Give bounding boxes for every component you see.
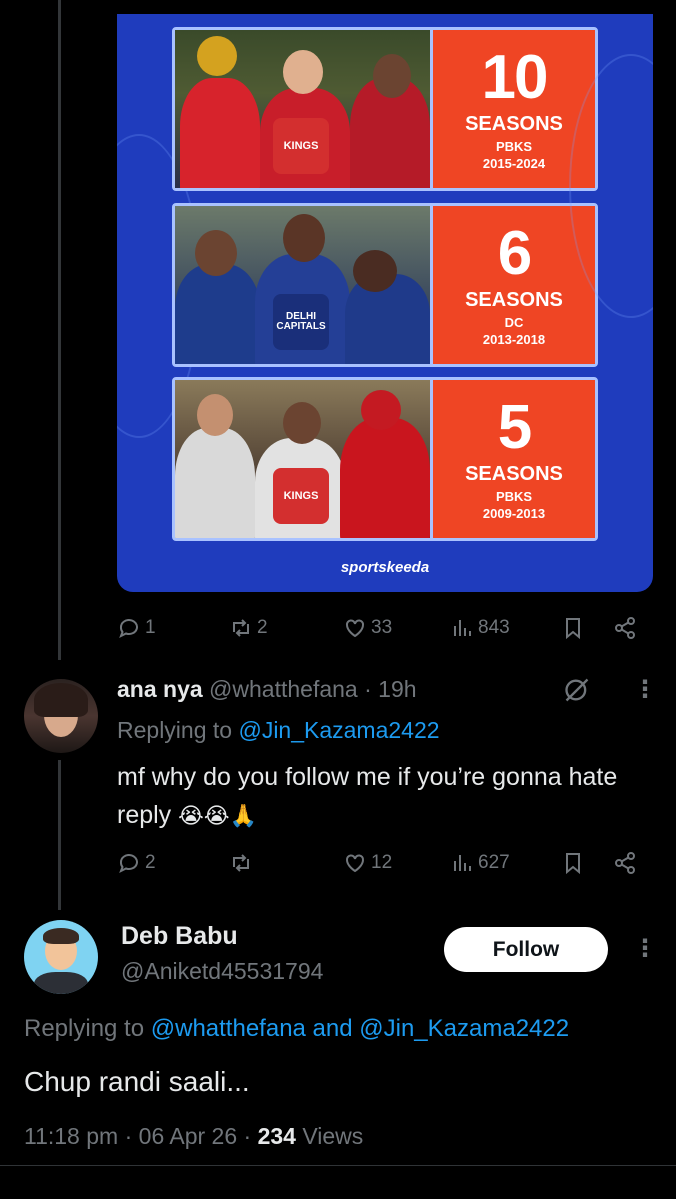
mention-link[interactable]: @whatthefana and @Jin_Kazama2422 (151, 1015, 569, 1042)
share-icon (615, 852, 635, 874)
views-icon (454, 620, 471, 636)
reply-icon (119, 619, 138, 639)
views-label: Views (302, 1123, 364, 1149)
stat-panel-pbks-early: KINGS 5 SEASONS PBKS 2009-2013 (172, 377, 598, 541)
reply-author-line: ana nya @whatthefana · 19h (117, 676, 417, 703)
team-label: PBKS (495, 139, 533, 154)
timestamp[interactable]: · 19h (364, 676, 416, 702)
tweet-time[interactable]: 11:18 pm (24, 1123, 118, 1149)
mention-link[interactable]: @Jin_Kazama2422 (238, 717, 439, 743)
share-button[interactable] (613, 851, 637, 875)
repost-button[interactable]: 2 (229, 616, 268, 640)
bookmark-button[interactable] (561, 851, 585, 875)
views-count: 234 (257, 1123, 296, 1149)
bookmark-button[interactable] (561, 616, 585, 640)
like-button[interactable]: 12 (343, 851, 392, 875)
seasons-label: SEASONS (465, 113, 563, 135)
repost-count: 2 (257, 617, 268, 638)
reply-button[interactable]: 2 (117, 851, 156, 875)
reply-text: mf why do you follow me if you’re gonna … (117, 758, 647, 835)
years-label: 2009-2013 (482, 506, 546, 521)
replying-prefix: Replying to (24, 1015, 145, 1042)
kings-logo: KINGS (273, 468, 329, 524)
repost-icon (233, 854, 249, 872)
bookmark-icon (566, 618, 580, 640)
repost-button[interactable] (229, 851, 257, 875)
avatar[interactable] (24, 920, 98, 994)
share-icon (615, 617, 635, 639)
replying-prefix: Replying to (117, 717, 233, 743)
views-button[interactable]: 627 (450, 851, 510, 875)
season-count: 10 (481, 43, 549, 112)
reply-button[interactable]: 1 (117, 616, 156, 640)
emoji-group: 😭😭🙏 (178, 803, 257, 828)
team-label: DC (504, 315, 524, 330)
avatar[interactable] (24, 679, 98, 753)
seasons-label: SEASONS (465, 463, 563, 485)
thread-line (58, 0, 61, 660)
divider (0, 1165, 676, 1166)
reply-icon (119, 854, 138, 874)
stat-panel-pbks-recent: KINGS 10 SEASONS PBKS 2015-2024 (172, 27, 598, 191)
tweet-image[interactable]: KINGS 10 SEASONS PBKS 2015-2024 DELHI CA… (117, 14, 653, 592)
author-name[interactable]: Deb Babu (121, 922, 238, 951)
season-count: 5 (497, 393, 533, 462)
stat-box: 5 SEASONS PBKS 2009-2013 (430, 380, 595, 538)
share-button[interactable] (613, 616, 637, 640)
heart-icon (346, 854, 364, 873)
tweet-meta: 11:18 pm · 06 Apr 26 · 234 Views (24, 1123, 364, 1149)
reply-count: 1 (145, 617, 156, 638)
thread-line (58, 760, 61, 910)
reply-count: 2 (145, 852, 156, 873)
stat-box: 10 SEASONS PBKS 2015-2024 (430, 30, 595, 188)
delhi-capitals-logo: DELHI CAPITALS (273, 294, 329, 350)
repost-icon (233, 619, 249, 637)
player-photo: DELHI CAPITALS (175, 206, 430, 364)
seasons-label: SEASONS (465, 289, 563, 311)
season-count: 6 (497, 219, 533, 288)
follow-button[interactable]: Follow (444, 927, 608, 972)
author-handle[interactable]: @whatthefana (209, 676, 358, 702)
stat-panel-dc: DELHI CAPITALS 6 SEASONS DC 2013-2018 (172, 203, 598, 367)
bookmark-icon (566, 853, 580, 875)
stat-box: 6 SEASONS DC 2013-2018 (430, 206, 595, 364)
author-name[interactable]: ana nya (117, 676, 203, 702)
player-photo: KINGS (175, 380, 430, 538)
team-label: PBKS (495, 489, 533, 504)
more-options-icon[interactable]: ⋮ (633, 678, 657, 702)
replying-to: Replying to @whatthefana and @Jin_Kazama… (24, 1015, 569, 1043)
years-label: 2015-2024 (482, 156, 546, 171)
years-label: 2013-2018 (482, 332, 546, 347)
like-count: 12 (371, 852, 393, 873)
like-count: 33 (371, 617, 393, 638)
reply-action-bar: 2 12 627 (117, 848, 647, 878)
player-photo: KINGS (175, 30, 430, 188)
tweet-date[interactable]: 06 Apr 26 (139, 1123, 237, 1149)
tweet-action-bar: 1 2 33 843 (117, 613, 647, 643)
heart-icon (346, 619, 364, 638)
views-count: 843 (478, 617, 510, 638)
more-options-icon[interactable]: ⋮ (633, 937, 657, 961)
views-count: 627 (478, 852, 510, 873)
views-icon (454, 855, 471, 871)
grok-icon[interactable] (563, 676, 591, 704)
views-button[interactable]: 843 (450, 616, 510, 640)
author-handle[interactable]: @Aniketd45531794 (121, 958, 323, 985)
replying-to: Replying to @Jin_Kazama2422 (117, 717, 440, 744)
like-button[interactable]: 33 (343, 616, 392, 640)
tweet-text: Chup randi saali... (24, 1066, 250, 1097)
sportskeeda-logo: sportskeeda (340, 559, 430, 576)
kings-logo: KINGS (273, 118, 329, 174)
